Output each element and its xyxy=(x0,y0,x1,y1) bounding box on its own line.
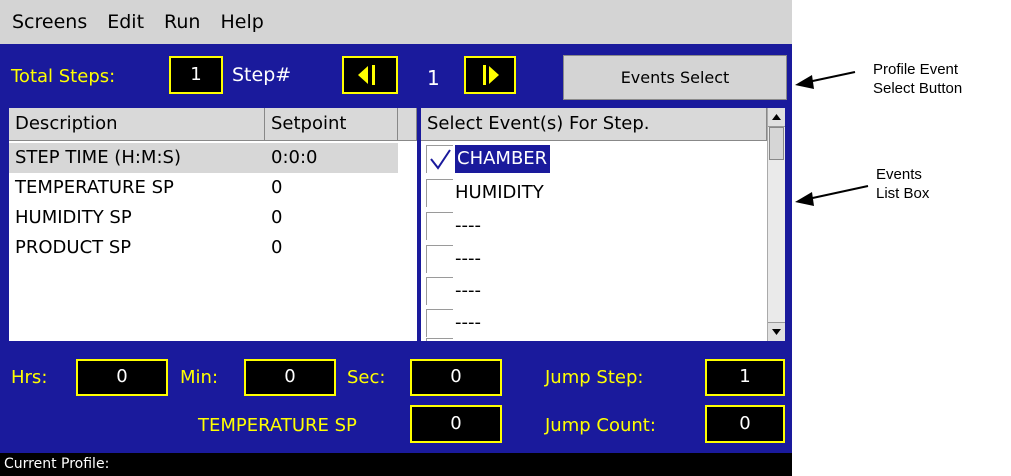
hours-field[interactable]: 0 xyxy=(76,359,168,396)
events-scrollbar[interactable] xyxy=(767,108,785,341)
next-step-button[interactable] xyxy=(464,56,516,94)
setpoint-entry-label: TEMPERATURE SP xyxy=(198,415,357,436)
scroll-up-button[interactable] xyxy=(768,108,785,127)
current-profile-label: Current Profile: xyxy=(4,456,110,472)
event-checkbox[interactable] xyxy=(426,338,453,341)
menu-run[interactable]: Run xyxy=(154,0,210,44)
jump-count-value: 0 xyxy=(739,413,751,434)
arrow-up-icon xyxy=(772,114,781,120)
event-checkbox[interactable] xyxy=(426,309,453,337)
events-select-label: Events Select xyxy=(620,68,730,87)
row-description: STEP TIME (H:M:S) xyxy=(15,147,181,168)
seconds-field[interactable]: 0 xyxy=(410,359,502,396)
row-setpoint: 0 xyxy=(271,237,283,258)
jump-step-value: 1 xyxy=(739,366,751,387)
arrow-down-icon xyxy=(772,329,781,335)
profile-event-button-callout: Profile Event Select Button xyxy=(873,60,962,98)
scroll-down-button[interactable] xyxy=(768,322,785,341)
list-item[interactable]: CHAMBER xyxy=(421,142,767,175)
total-steps-value: 1 xyxy=(190,64,202,85)
table-row[interactable]: HUMIDITY SP 0 xyxy=(9,203,398,233)
table-row[interactable]: PRODUCT SP 0 xyxy=(9,233,398,263)
callout-text: Profile Event Select Button xyxy=(873,61,963,97)
event-label: ---- xyxy=(455,280,481,301)
row-description: HUMIDITY SP xyxy=(15,207,132,228)
step-setpoint-table[interactable]: Description Setpoint STEP TIME (H:M:S) 0… xyxy=(9,108,417,341)
total-steps-label: Total Steps: xyxy=(11,66,116,87)
callout-arrow-line xyxy=(807,185,869,200)
menu-help[interactable]: Help xyxy=(210,0,273,44)
row-setpoint: 0 xyxy=(271,177,283,198)
setpoint-column-header[interactable]: Setpoint xyxy=(265,108,398,141)
callout-arrow-head xyxy=(795,75,814,89)
checkmark-icon xyxy=(430,149,451,170)
events-list-box[interactable]: Select Event(s) For Step. CHAMBER HUMIDI… xyxy=(421,108,785,341)
description-column-header[interactable]: Description xyxy=(9,108,265,141)
row-setpoint: 0:0:0 xyxy=(271,147,318,168)
jump-step-label: Jump Step: xyxy=(545,367,644,388)
event-label: ---- xyxy=(455,312,481,333)
step-back-icon xyxy=(358,65,375,85)
setpoint-entry-value: 0 xyxy=(450,413,462,434)
table-row[interactable]: STEP TIME (H:M:S) 0:0:0 xyxy=(9,143,398,173)
row-description: PRODUCT SP xyxy=(15,237,132,258)
hours-value: 0 xyxy=(116,366,128,387)
event-checkbox[interactable] xyxy=(426,245,453,273)
menu-bar: Screens Edit Run Help xyxy=(0,0,792,44)
events-list-header: Select Event(s) For Step. xyxy=(421,108,767,141)
event-checkbox[interactable] xyxy=(426,145,453,173)
list-item[interactable]: ---- xyxy=(421,274,767,307)
previous-step-button[interactable] xyxy=(342,56,398,94)
event-label: ---- xyxy=(455,215,481,236)
hours-label: Hrs: xyxy=(11,367,48,388)
step-number-label: Step# xyxy=(232,64,292,86)
scroll-thumb[interactable] xyxy=(769,127,784,160)
event-label: CHAMBER xyxy=(455,145,551,173)
event-checkbox[interactable] xyxy=(426,277,453,305)
callout-arrow-head xyxy=(795,192,814,206)
seconds-label: Sec: xyxy=(347,367,386,388)
event-checkbox[interactable] xyxy=(426,179,453,207)
total-steps-field[interactable]: 1 xyxy=(169,56,223,94)
seconds-value: 0 xyxy=(450,366,462,387)
callout-arrow-line xyxy=(807,71,856,83)
jump-count-field[interactable]: 0 xyxy=(705,405,785,443)
status-bar: Current Profile: xyxy=(0,453,792,476)
list-item[interactable]: HUMIDITY xyxy=(421,176,767,209)
step-forward-icon xyxy=(483,65,499,85)
event-checkbox[interactable] xyxy=(426,212,453,240)
profile-editor-screen: Screens Edit Run Help Total Steps: 1 Ste… xyxy=(0,0,792,476)
list-item[interactable]: ---- xyxy=(421,209,767,242)
blank-column-header xyxy=(398,108,417,141)
current-step-value: 1 xyxy=(427,66,440,90)
list-item[interactable]: ---- xyxy=(421,242,767,275)
menu-edit[interactable]: Edit xyxy=(97,0,154,44)
minutes-value: 0 xyxy=(284,366,296,387)
event-label: ---- xyxy=(455,248,481,269)
minutes-label: Min: xyxy=(180,367,219,388)
jump-count-label: Jump Count: xyxy=(545,415,656,436)
callout-text: Events List Box xyxy=(876,166,930,202)
list-item[interactable] xyxy=(421,335,767,341)
events-select-button[interactable]: Events Select xyxy=(563,55,787,100)
event-label: HUMIDITY xyxy=(455,182,544,203)
table-row[interactable]: TEMPERATURE SP 0 xyxy=(9,173,398,203)
minutes-field[interactable]: 0 xyxy=(244,359,336,396)
events-list-box-callout: Events List Box xyxy=(876,165,929,203)
menu-screens[interactable]: Screens xyxy=(0,0,97,44)
row-setpoint: 0 xyxy=(271,207,283,228)
row-description: TEMPERATURE SP xyxy=(15,177,174,198)
setpoint-entry-field[interactable]: 0 xyxy=(410,405,502,443)
jump-step-field[interactable]: 1 xyxy=(705,359,785,396)
